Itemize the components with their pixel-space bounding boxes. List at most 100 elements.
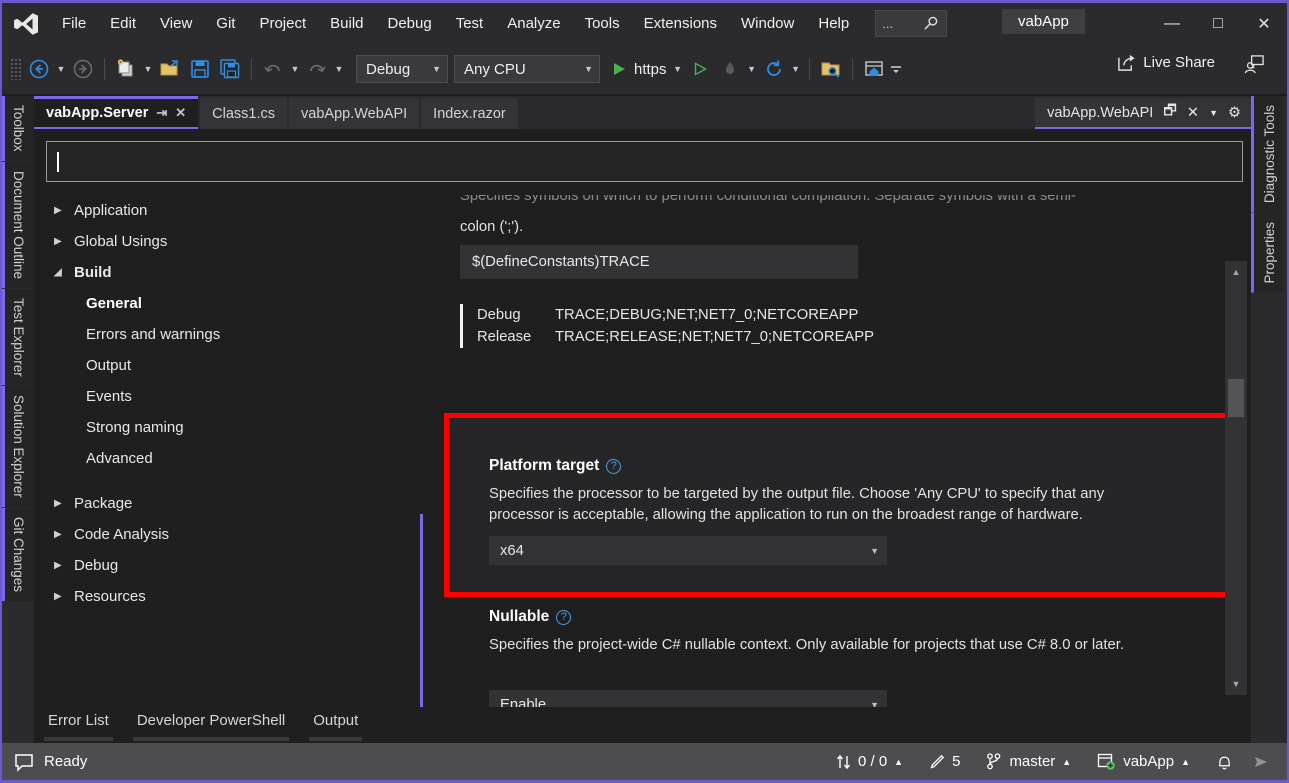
menu-debug[interactable]: Debug	[376, 12, 444, 35]
menu-window[interactable]: Window	[729, 12, 806, 35]
menu-analyze[interactable]: Analyze	[495, 12, 572, 35]
navigate-back-dropdown[interactable]: ▼	[54, 54, 68, 84]
menu-view[interactable]: View	[148, 12, 204, 35]
maximize-button[interactable]: □	[1195, 3, 1241, 44]
notifications-bell-icon[interactable]	[1203, 743, 1246, 780]
menu-extensions[interactable]: Extensions	[632, 12, 729, 35]
nav-item-events[interactable]: Events	[42, 381, 414, 412]
menu-test[interactable]: Test	[444, 12, 496, 35]
solution-platform-value: Any CPU	[464, 60, 526, 78]
save-all-icon[interactable]	[215, 54, 245, 84]
send-feedback-icon[interactable]	[1246, 743, 1277, 780]
scroll-down-icon[interactable]: ▼	[1225, 673, 1247, 695]
undo-icon[interactable]	[258, 54, 288, 84]
help-circle-icon[interactable]: ?	[556, 609, 572, 625]
menu-tools[interactable]: Tools	[573, 12, 632, 35]
start-debugging-button[interactable]: https	[606, 54, 671, 84]
menu-help[interactable]: Help	[806, 12, 861, 35]
toolbar-grip[interactable]	[10, 58, 22, 80]
gear-icon[interactable]: ⚙	[1228, 105, 1241, 121]
redo-icon[interactable]	[302, 54, 332, 84]
nav-item-resources[interactable]: ▶ Resources	[42, 581, 414, 612]
restart-dropdown[interactable]: ▼	[789, 54, 803, 84]
browser-home-icon[interactable]	[859, 54, 889, 84]
sidebar-item-solution-explorer[interactable]: Solution Explorer	[2, 386, 34, 508]
nav-item-build[interactable]: ◢ Build	[42, 257, 414, 288]
close-button[interactable]: ✕	[1241, 3, 1287, 44]
menu-project[interactable]: Project	[247, 12, 318, 35]
sidebar-item-document-outline[interactable]: Document Outline	[2, 161, 34, 288]
tab-index-razor[interactable]: Index.razor	[421, 98, 518, 129]
undo-dropdown[interactable]: ▼	[288, 54, 302, 84]
content-scrollbar[interactable]: ▲ ▼	[1225, 261, 1247, 695]
sidebar-item-toolbox[interactable]: Toolbox	[2, 96, 34, 161]
nav-item-strong-naming[interactable]: Strong naming	[42, 412, 414, 443]
navigate-forward-icon[interactable]	[68, 54, 98, 84]
tab-vabapp-server[interactable]: vabApp.Server ⇥ ✕	[34, 96, 199, 129]
define-constants-input[interactable]: $(DefineConstants)TRACE	[460, 245, 858, 279]
find-in-files-icon[interactable]	[816, 54, 846, 84]
menu-git[interactable]: Git	[204, 12, 247, 35]
nav-item-advanced[interactable]: Advanced	[42, 443, 414, 474]
nullable-dropdown[interactable]: Enable ▼	[489, 690, 887, 707]
new-item-dropdown[interactable]: ▼	[141, 54, 155, 84]
tab-class1-cs[interactable]: Class1.cs	[200, 98, 288, 129]
live-share-person-icon[interactable]	[1244, 54, 1265, 75]
sidebar-item-properties[interactable]: Properties	[1251, 213, 1283, 293]
redo-dropdown[interactable]: ▼	[332, 54, 346, 84]
main-menu: File Edit View Git Project Build Debug T…	[50, 3, 861, 44]
save-icon[interactable]	[185, 54, 215, 84]
scrollbar-thumb[interactable]	[1228, 379, 1244, 417]
sidebar-item-test-explorer[interactable]: Test Explorer	[2, 288, 34, 386]
float-window-icon[interactable]: 🗗	[1163, 100, 1177, 125]
hot-reload-icon[interactable]	[715, 54, 745, 84]
tab-developer-powershell[interactable]: Developer PowerShell	[123, 712, 299, 741]
repository-name: vabApp	[1123, 753, 1175, 770]
text-caret	[57, 151, 59, 172]
pending-changes[interactable]: 5	[916, 743, 973, 780]
branch-selector[interactable]: master ▲	[973, 743, 1084, 780]
sidebar-item-git-changes[interactable]: Git Changes	[2, 508, 34, 602]
scroll-up-icon[interactable]: ▲	[1225, 261, 1247, 283]
nav-item-output[interactable]: Output	[42, 350, 414, 381]
restart-icon[interactable]	[759, 54, 789, 84]
play-outline-icon[interactable]	[685, 54, 715, 84]
hot-reload-dropdown[interactable]: ▼	[745, 54, 759, 84]
solution-platform-combo[interactable]: Any CPU ▼	[454, 55, 600, 83]
nav-item-global-usings[interactable]: ▶ Global Usings	[42, 226, 414, 257]
minimize-button[interactable]: —	[1149, 3, 1195, 44]
tab-group-label: vabApp.WebAPI	[1047, 104, 1154, 121]
build-configuration-combo[interactable]: Debug ▼	[356, 55, 448, 83]
tab-vabapp-webapi[interactable]: vabApp.WebAPI	[289, 98, 420, 129]
pin-icon[interactable]: ⇥	[156, 105, 167, 121]
source-control-sync[interactable]: 0 / 0 ▲	[823, 743, 916, 780]
tab-output[interactable]: Output	[299, 712, 372, 741]
navigate-back-icon[interactable]	[24, 54, 54, 84]
search-box[interactable]: ...	[875, 10, 948, 37]
new-item-icon[interactable]	[111, 54, 141, 84]
nav-item-general[interactable]: General	[42, 288, 414, 319]
close-icon[interactable]: ✕	[1187, 105, 1199, 121]
tab-error-list[interactable]: Error List	[34, 712, 123, 741]
nav-item-errors-and-warnings[interactable]: Errors and warnings	[42, 319, 414, 350]
nav-item-package[interactable]: ▶ Package	[42, 488, 414, 519]
chevron-down-icon[interactable]: ▼	[1209, 108, 1218, 118]
search-input[interactable]	[46, 141, 1243, 182]
menu-build[interactable]: Build	[318, 12, 375, 35]
sync-count: 0 / 0	[857, 753, 888, 770]
close-icon[interactable]: ✕	[175, 105, 186, 121]
start-debugging-dropdown[interactable]: ▼	[671, 54, 685, 84]
branch-icon	[986, 753, 1002, 770]
live-share-button[interactable]: Live Share	[1117, 53, 1215, 72]
menu-file[interactable]: File	[50, 12, 98, 35]
menu-edit[interactable]: Edit	[98, 12, 148, 35]
toolbar-overflow-icon[interactable]	[889, 54, 903, 84]
chevron-right-icon: ▶	[54, 529, 62, 540]
sidebar-item-diagnostic-tools[interactable]: Diagnostic Tools	[1251, 96, 1283, 213]
repository-selector[interactable]: vabApp ▲	[1084, 743, 1203, 780]
nav-item-application[interactable]: ▶ Application	[42, 195, 414, 226]
open-file-icon[interactable]	[155, 54, 185, 84]
nav-item-debug[interactable]: ▶ Debug	[42, 550, 414, 581]
nav-item-code-analysis[interactable]: ▶ Code Analysis	[42, 519, 414, 550]
